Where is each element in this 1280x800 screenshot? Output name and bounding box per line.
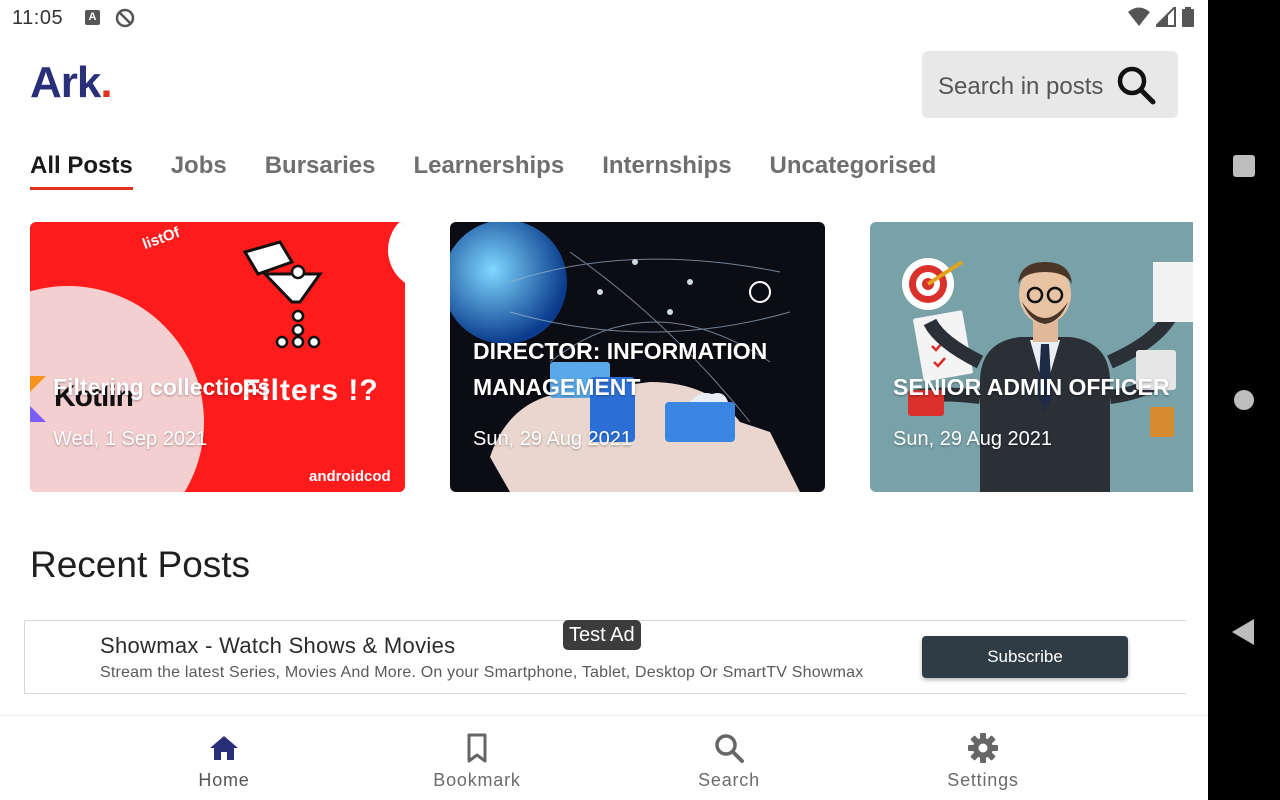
sync-off-icon (115, 8, 135, 28)
status-bar: 11:05 A (0, 0, 1208, 36)
status-time: 11:05 (12, 7, 64, 29)
image-text-site: androidcod (309, 468, 391, 485)
tab-uncategorised[interactable]: Uncategorised (770, 152, 937, 190)
signal-icon (1156, 7, 1176, 27)
post-thumbnail (902, 258, 1193, 492)
ad-description: Stream the latest Series, Movies And Mor… (100, 664, 864, 681)
ad-banner[interactable]: Showmax - Watch Shows & Movies Stream th… (24, 620, 1186, 694)
keyboard-notification-icon: A (85, 10, 100, 25)
back-button[interactable] (1232, 619, 1254, 645)
gear-icon (968, 733, 998, 763)
tab-internships[interactable]: Internships (602, 152, 731, 190)
wifi-icon (1128, 7, 1150, 26)
post-title: Filtering collections (53, 374, 271, 400)
status-icons (1128, 7, 1194, 27)
search-placeholder: Search in posts (938, 73, 1104, 100)
nav-bookmark-label: Bookmark (433, 770, 521, 790)
nav-settings-label: Settings (947, 770, 1019, 790)
search-bar[interactable]: Search in posts (922, 51, 1178, 118)
tab-jobs[interactable]: Jobs (171, 152, 227, 190)
recent-posts-heading: Recent Posts (30, 544, 251, 585)
featured-post-card[interactable]: DIRECTOR: INFORMATION MANAGEMENT Sun, 29… (450, 222, 825, 492)
home-icon (210, 736, 238, 760)
ad-title: Showmax - Watch Shows & Movies (100, 633, 456, 658)
post-date: Wed, 1 Sep 2021 (53, 428, 208, 450)
bottom-navigation: Home Bookmark Search Settings (0, 715, 1208, 800)
nav-home-label: Home (198, 770, 250, 790)
nav-search-label: Search (698, 770, 760, 790)
post-title: SENIOR ADMIN OFFICER (893, 374, 1170, 400)
tab-learnerships[interactable]: Learnerships (413, 152, 564, 190)
search-icon (715, 734, 744, 763)
system-navigation-bar (1208, 0, 1280, 800)
search-icon[interactable] (1114, 63, 1158, 107)
post-thumbnail (30, 222, 405, 492)
category-tabs: All Posts Jobs Bursaries Learnerships In… (30, 152, 974, 190)
subscribe-button[interactable]: Subscribe (922, 636, 1128, 678)
home-system-button[interactable] (1234, 390, 1254, 410)
nav-search[interactable]: Search (649, 716, 809, 800)
featured-post-card[interactable]: SENIOR ADMIN OFFICER Sun, 29 Aug 2021 (870, 222, 1193, 492)
nav-settings[interactable]: Settings (903, 716, 1063, 800)
test-ad-badge: Test Ad (563, 620, 641, 650)
battery-icon (1182, 7, 1194, 27)
brand-name: Ark (30, 58, 101, 107)
featured-posts-carousel[interactable]: listOf Kotlin Filters !? androidcod Filt… (0, 222, 1193, 492)
post-date: Sun, 29 Aug 2021 (893, 428, 1053, 450)
nav-home[interactable]: Home (144, 716, 304, 800)
post-date: Sun, 29 Aug 2021 (473, 428, 633, 450)
funnel-icon (242, 240, 323, 349)
tab-all-posts[interactable]: All Posts (30, 152, 133, 190)
target-icon (902, 258, 964, 310)
nav-bookmark[interactable]: Bookmark (397, 716, 557, 800)
brand-dot: . (100, 58, 112, 107)
recents-button[interactable] (1233, 155, 1255, 177)
featured-post-card[interactable]: listOf Kotlin Filters !? androidcod Filt… (30, 222, 405, 492)
tab-bursaries[interactable]: Bursaries (265, 152, 376, 190)
bookmark-icon (467, 733, 487, 763)
post-title: DIRECTOR: INFORMATION MANAGEMENT (473, 338, 768, 400)
brand-logo: Ark. (30, 58, 113, 108)
